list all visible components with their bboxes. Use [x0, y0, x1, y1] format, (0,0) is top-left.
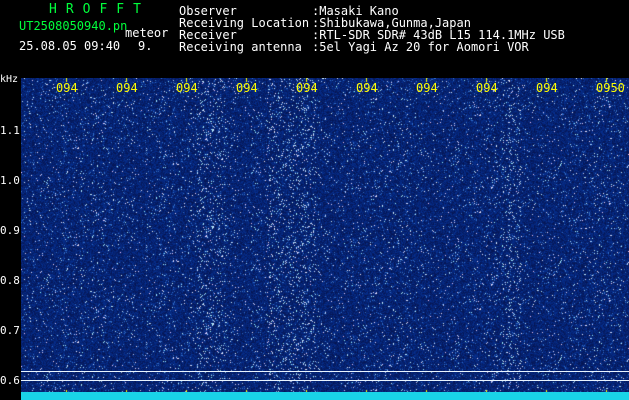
y-axis-unit: kHz — [0, 74, 19, 85]
x-tick-label: 094 — [296, 81, 318, 95]
header-panel: HROFFT UT2508050940.pn meteor 25.08.05 0… — [0, 0, 629, 78]
spectrogram-canvas — [21, 78, 629, 400]
file-type-label: meteor — [125, 26, 169, 40]
x-tick-label: 094 — [116, 81, 138, 95]
session-count: 9. — [138, 39, 153, 53]
x-tick-label: 0950 — [596, 81, 625, 95]
marker-line-upper — [21, 371, 629, 372]
file-name: UT2508050940.pn — [19, 19, 128, 33]
y-tick-label: 0.9 — [0, 224, 20, 237]
y-tick-label: 0.7 — [0, 324, 20, 337]
x-tick-label: 094 — [476, 81, 498, 95]
y-tick-label: 0.8 — [0, 274, 20, 287]
y-tick-label: 0.6 — [0, 374, 20, 387]
x-tick-label: 094 — [176, 81, 198, 95]
marker-line-lower — [21, 380, 629, 381]
spectrogram — [21, 78, 629, 400]
x-tick-label: 094 — [416, 81, 438, 95]
x-tick-label: 094 — [356, 81, 378, 95]
y-tick-label: 1.0 — [0, 174, 20, 187]
app-title: HROFFT — [49, 2, 150, 17]
x-tick-label: 094 — [236, 81, 258, 95]
antenna-label: Receiving antenna — [179, 40, 302, 54]
baseband-strip — [21, 392, 629, 400]
x-tick-label: 094 — [536, 81, 558, 95]
y-tick-label: 1.1 — [0, 124, 20, 137]
antenna-value: :5el Yagi Az 20 for Aomori VOR — [312, 40, 529, 54]
x-tick-label: 094 — [56, 81, 78, 95]
session-datetime: 25.08.05 09:40 — [19, 39, 121, 53]
